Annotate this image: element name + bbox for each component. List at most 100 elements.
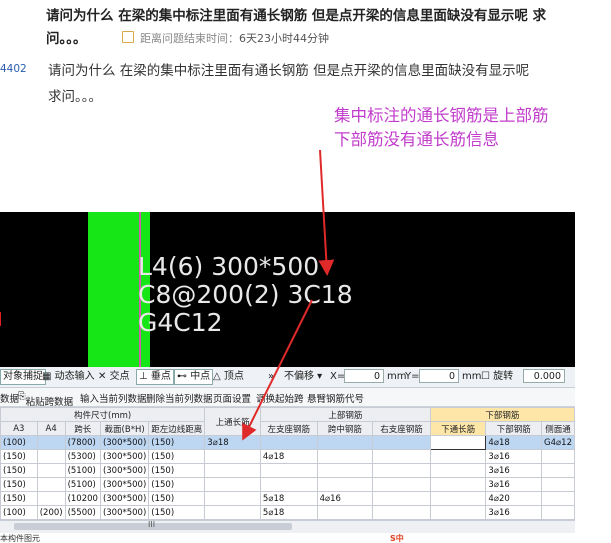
grid-cell-mid[interactable]	[316, 435, 374, 450]
grid-cell-left[interactable]: 5⌀18	[259, 505, 318, 520]
grid-cell-mid[interactable]: 4⌀16	[316, 491, 374, 506]
grid-cell-right[interactable]	[372, 435, 431, 450]
y-input[interactable]: 0	[419, 369, 459, 383]
grid-cell-bot-through[interactable]	[429, 477, 487, 492]
grid-cell-bot[interactable]: 4⌀20	[485, 491, 543, 506]
grid-cell-span[interactable]: (5100)	[64, 463, 101, 478]
grid-cell-span[interactable]: (10200	[64, 491, 101, 506]
grid-cell-bot[interactable]: 3⌀16	[485, 505, 543, 520]
table-row[interactable]: (100) (7800) (300*500) (150) 3⌀18 4⌀18 G4⌀12	[0, 435, 575, 450]
dynamic-input-button[interactable]: ▦ 动态输入	[42, 370, 95, 384]
swap-span-button[interactable]: 调换起始跨	[256, 391, 304, 405]
grid-cell-side[interactable]: G4⌀12	[541, 435, 575, 450]
grid-cell-right[interactable]	[372, 449, 431, 464]
perpendicular-button[interactable]: ⊥ 垂点	[136, 369, 174, 385]
grid-cell-left[interactable]: 5⌀18	[259, 491, 318, 506]
grid-cell-a3[interactable]: (150)	[0, 463, 38, 478]
question-title[interactable]: 请问为什么 在梁的集中标注里面有通长钢筋 但是点开梁的信息里面缺没有显示呢 求	[46, 4, 611, 28]
grid-cell-a4[interactable]: (200)	[36, 505, 66, 520]
grid-cell-offset[interactable]: (150)	[148, 505, 206, 520]
grid-cell-span[interactable]: (5100)	[64, 477, 101, 492]
grid-cell-a3[interactable]: (150)	[0, 491, 38, 506]
grid-cell-right[interactable]	[372, 463, 431, 478]
cantilever-code-button[interactable]: 悬臂钢筋代号	[307, 391, 364, 405]
grid-cell-section[interactable]: (300*500)	[99, 463, 150, 478]
grid-cell-top-through[interactable]	[204, 449, 261, 464]
table-row[interactable]: (150) (5100) (300*500) (150) 3⌀16	[0, 463, 575, 478]
grid-cell-a3[interactable]: (100)	[0, 435, 38, 450]
grid-cell-offset[interactable]: (150)	[148, 435, 206, 450]
offset-dropdown[interactable]: 不偏移 ▾	[284, 370, 322, 384]
grid-cell-section[interactable]: (300*500)	[99, 435, 150, 450]
grid-cell-bot[interactable]: 3⌀16	[485, 463, 543, 478]
table-row[interactable]: (150) (5300) (300*500) (150) 4⌀18 3⌀16	[0, 449, 575, 464]
grid-cell-a4[interactable]	[36, 435, 66, 450]
grid-cell-side[interactable]	[541, 477, 575, 492]
grid-cell-bot-through[interactable]	[429, 463, 487, 478]
grid-cell-bot-through[interactable]	[429, 449, 487, 464]
delete-column-button[interactable]: 删除当前列数据	[146, 391, 213, 405]
grid-cell-a4[interactable]	[36, 449, 66, 464]
cad-label-stirrup[interactable]: C8@200(2) 3C18	[138, 280, 353, 309]
cad-label-beam[interactable]: L4(6) 300*500	[138, 252, 319, 281]
page-setup-button[interactable]: 页面设置	[213, 391, 251, 405]
grid-cell-bot[interactable]: 4⌀18	[485, 435, 543, 450]
cad-viewport[interactable]: L4(6) 300*500 C8@200(2) 3C18 G4C12	[0, 212, 575, 367]
paste-span-button[interactable]: ⎘ 粘贴跨数据	[18, 391, 73, 406]
grid-cell-top-through[interactable]	[204, 491, 261, 506]
data-button[interactable]: 数据	[0, 391, 19, 405]
grid-cell-section[interactable]: (300*500)	[99, 477, 150, 492]
grid-cell-offset[interactable]: (150)	[148, 449, 206, 464]
midpoint-button[interactable]: ⊷ 中点	[174, 369, 214, 385]
input-column-button[interactable]: 输入当前列数据	[80, 391, 147, 405]
table-row[interactable]: (150) (5100) (300*500) (150) 3⌀16	[0, 477, 575, 492]
more-icon[interactable]: »	[268, 370, 274, 384]
question-title-continued[interactable]: 问。。。	[46, 28, 87, 50]
grid-cell-bot[interactable]: 3⌀16	[485, 477, 543, 492]
grid-cell-bot[interactable]: 3⌀16	[485, 449, 543, 464]
grid-cell-span[interactable]: (7800)	[64, 435, 101, 450]
intersection-button[interactable]: ✕ 交点	[98, 370, 130, 384]
grid-cell-section[interactable]: (300*500)	[99, 491, 150, 506]
table-row[interactable]: (150) (10200 (300*500) (150) 5⌀18 4⌀16 4⌀20	[0, 491, 575, 506]
grid-cell-left[interactable]	[259, 477, 318, 492]
grid-cell-a4[interactable]	[36, 491, 66, 506]
rotate-checkbox[interactable]: ☐ 旋转	[481, 370, 513, 384]
grid-cell-side[interactable]	[541, 463, 575, 478]
grid-cell-span[interactable]: (5500)	[64, 505, 101, 520]
grid-cell-right[interactable]	[372, 505, 431, 520]
grid-cell-a3[interactable]: (100)	[0, 505, 38, 520]
grid-cell-mid[interactable]	[316, 477, 374, 492]
grid-cell-mid[interactable]	[316, 463, 374, 478]
grid-cell-top-through[interactable]: 3⌀18	[204, 435, 261, 450]
grid-cell-bot-through[interactable]	[429, 491, 487, 506]
grid-cell-section[interactable]: (300*500)	[99, 505, 150, 520]
grid-cell-right[interactable]	[372, 477, 431, 492]
grid-cell-mid[interactable]	[316, 449, 374, 464]
grid-cell-left[interactable]: 4⌀18	[259, 449, 318, 464]
grid-cell-top-through[interactable]	[204, 505, 261, 520]
grid-cell-section[interactable]: (300*500)	[99, 449, 150, 464]
question-id[interactable]: 4402	[0, 63, 27, 75]
grid-cell-left[interactable]	[259, 463, 318, 478]
grid-cell-a4[interactable]	[36, 477, 66, 492]
grid-cell-offset[interactable]: (150)	[148, 463, 206, 478]
grid-cell-left[interactable]	[259, 435, 318, 450]
rotate-input[interactable]: 0.000	[523, 369, 565, 383]
grid-cell-a4[interactable]	[36, 463, 66, 478]
grid-cell-a3[interactable]: (150)	[0, 477, 38, 492]
grid-cell-offset[interactable]: (150)	[148, 491, 206, 506]
grid-cell-span[interactable]: (5300)	[64, 449, 101, 464]
grid-cell-mid[interactable]	[316, 505, 374, 520]
grid-cell-side[interactable]	[541, 505, 575, 520]
grid-cell-bot-through[interactable]	[429, 505, 487, 520]
grid-cell-bot-through[interactable]	[429, 435, 487, 450]
grid-cell-side[interactable]	[541, 491, 575, 506]
vertex-button[interactable]: △ 顶点	[213, 370, 244, 384]
grid-cell-side[interactable]	[541, 449, 575, 464]
grid-cell-offset[interactable]: (150)	[148, 477, 206, 492]
grid-cell-top-through[interactable]	[204, 477, 261, 492]
horizontal-scrollbar[interactable]: III	[0, 520, 575, 533]
grid-cell-right[interactable]	[372, 491, 431, 506]
grid-cell-a3[interactable]: (150)	[0, 449, 38, 464]
